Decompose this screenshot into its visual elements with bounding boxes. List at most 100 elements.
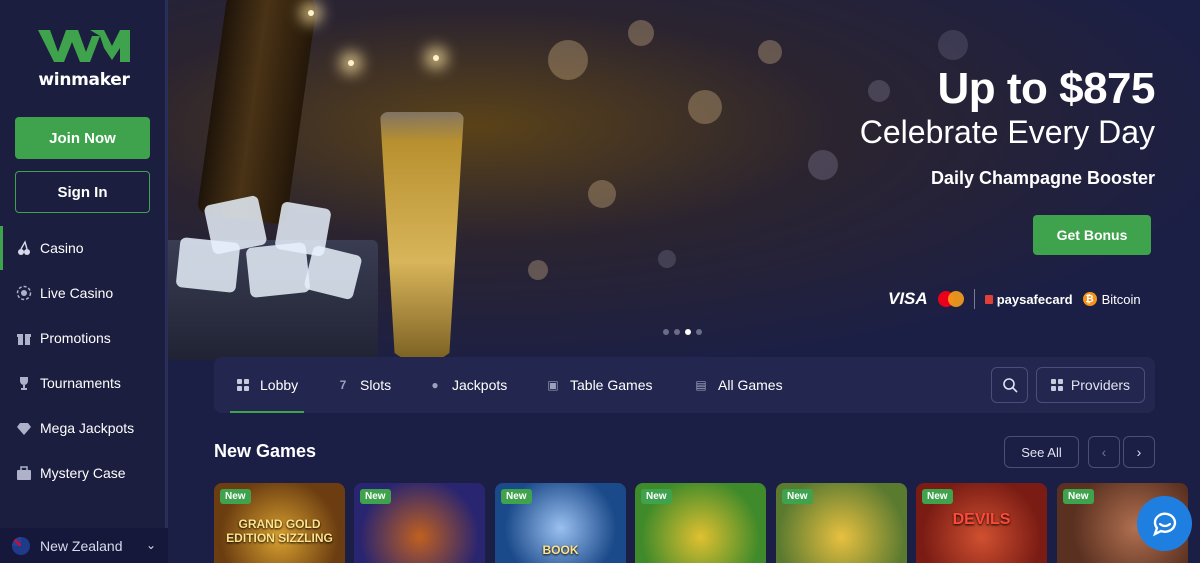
logo-wordmark: winmaker (38, 70, 130, 90)
search-button[interactable] (991, 367, 1028, 403)
game-card[interactable]: New GRAND GOLD EDITION SIZZLING (214, 483, 345, 563)
hero-description: Daily Champagne Booster (930, 168, 1155, 188)
region-selector[interactable]: New Zealand ⌄ (0, 528, 168, 563)
carousel-dot-active[interactable] (685, 329, 691, 335)
providers-label: Providers (1070, 377, 1131, 393)
hero-subtitle: Celebrate Every Day (859, 114, 1155, 150)
visa-logo: VISA (888, 289, 928, 308)
bokeh-light (588, 180, 616, 208)
tab-table-games[interactable]: ▣ Table Games (546, 357, 652, 413)
champagne-bottle (196, 0, 320, 226)
carousel-dot[interactable] (674, 329, 680, 335)
sidebar-item-label: Mystery Case (40, 465, 126, 481)
paysafecard-logo: paysafecard (984, 292, 1073, 307)
region-label: New Zealand (40, 537, 123, 554)
nz-flag-icon (12, 536, 30, 555)
bokeh-light (548, 40, 588, 80)
pot-icon: ● (431, 378, 439, 392)
sidebar-item-mystery-case[interactable]: Mystery Case (0, 451, 165, 495)
sidebar-item-mega-jackpots[interactable]: Mega Jackpots (0, 406, 165, 450)
briefcase-icon (16, 465, 32, 481)
carousel-dots (663, 329, 702, 335)
new-badge: New (922, 489, 953, 504)
new-badge: New (782, 489, 813, 504)
bokeh-light (688, 90, 722, 124)
sidebar-item-live-casino[interactable]: Live Casino (0, 271, 165, 315)
sidebar-item-label: Tournaments (40, 375, 121, 391)
chevron-left-icon: ‹ (1101, 444, 1107, 460)
mastercard-logo (937, 291, 964, 307)
new-badge: New (220, 489, 251, 504)
new-games-row: New GRAND GOLD EDITION SIZZLING New New … (214, 483, 1200, 563)
game-title: DEVILS (952, 511, 1011, 528)
seven-icon: 7 (339, 378, 347, 392)
champagne-glass (380, 112, 464, 360)
sidebar-item-casino[interactable]: Casino (0, 226, 165, 270)
game-card[interactable]: New BOOK (495, 483, 626, 563)
winmaker-logo[interactable]: winmaker (26, 26, 142, 90)
hero-title: Up to $875 (937, 64, 1155, 113)
new-badge: New (360, 489, 391, 504)
bokeh-light (868, 80, 890, 102)
carousel-dot[interactable] (663, 329, 669, 335)
tab-jackpots[interactable]: ● Jackpots (428, 357, 507, 413)
new-badge: New (1063, 489, 1094, 504)
bokeh-light (658, 250, 676, 268)
tab-all-games[interactable]: ▤ All Games (694, 357, 783, 413)
game-title: GRAND GOLD EDITION SIZZLING (226, 517, 333, 545)
sparkler (433, 55, 439, 61)
all-games-icon: ▤ (695, 378, 707, 392)
carousel-dot[interactable] (696, 329, 702, 335)
bokeh-light (528, 260, 548, 280)
sidebar-item-tournaments[interactable]: Tournaments (0, 361, 165, 405)
ice-cube (245, 242, 311, 298)
tab-lobby[interactable]: Lobby (229, 357, 305, 413)
game-category-tabs: Lobby 7 Slots ● Jackpots ▣ Table Games ▤… (214, 357, 1155, 413)
tab-label: Lobby (260, 377, 299, 393)
chevron-down-icon: ⌄ (145, 538, 156, 552)
divider (973, 289, 975, 309)
bokeh-light (938, 30, 968, 60)
game-card[interactable]: New (635, 483, 766, 563)
sign-in-button[interactable]: Sign In (15, 171, 150, 213)
get-bonus-button[interactable]: Get Bonus (1033, 215, 1151, 255)
chevron-right-icon: › (1136, 444, 1142, 460)
sidebar-item-label: Live Casino (40, 285, 114, 301)
grid-icon (1050, 379, 1063, 391)
sidebar: winmaker Join Now Sign In Casino Live Ca… (0, 0, 168, 563)
payment-methods: VISA paysafecard ₿ Bitcoin (888, 289, 1141, 309)
tab-label: Slots (360, 377, 392, 393)
hero-banner[interactable]: Up to $875 Celebrate Every Day Daily Cha… (168, 0, 1200, 360)
game-card[interactable]: New (354, 483, 485, 563)
live-chat-button[interactable] (1137, 496, 1192, 551)
section-title: New Games (214, 441, 317, 461)
bokeh-light (628, 20, 654, 46)
chip-icon (16, 285, 32, 301)
sidebar-item-label: Casino (40, 240, 84, 256)
tab-label: Jackpots (452, 377, 508, 393)
prev-arrow-button[interactable]: ‹ (1088, 436, 1120, 468)
game-card[interactable]: New (776, 483, 907, 563)
cards-icon: ▣ (547, 378, 559, 392)
sidebar-item-label: Mega Jackpots (40, 420, 135, 436)
chat-icon (1152, 512, 1176, 536)
new-badge: New (641, 489, 672, 504)
lobby-icon (236, 378, 250, 392)
diamond-icon (16, 420, 32, 436)
sidebar-item-promotions[interactable]: Promotions (0, 316, 165, 360)
ice-cube (175, 237, 241, 293)
tab-label: Table Games (570, 377, 653, 393)
join-now-button[interactable]: Join Now (15, 117, 150, 159)
sparkler (348, 60, 354, 66)
new-badge: New (501, 489, 532, 504)
tab-label: All Games (718, 377, 783, 393)
bokeh-light (758, 40, 782, 64)
game-card[interactable]: New DEVILS (916, 483, 1047, 563)
lock-icon (984, 294, 993, 304)
providers-button[interactable]: Providers (1036, 367, 1145, 403)
cherries-icon (16, 240, 32, 256)
bitcoin-icon: ₿ (1082, 292, 1097, 306)
see-all-button[interactable]: See All (1004, 436, 1079, 468)
next-arrow-button[interactable]: › (1123, 436, 1155, 468)
tab-slots[interactable]: 7 Slots (336, 357, 391, 413)
